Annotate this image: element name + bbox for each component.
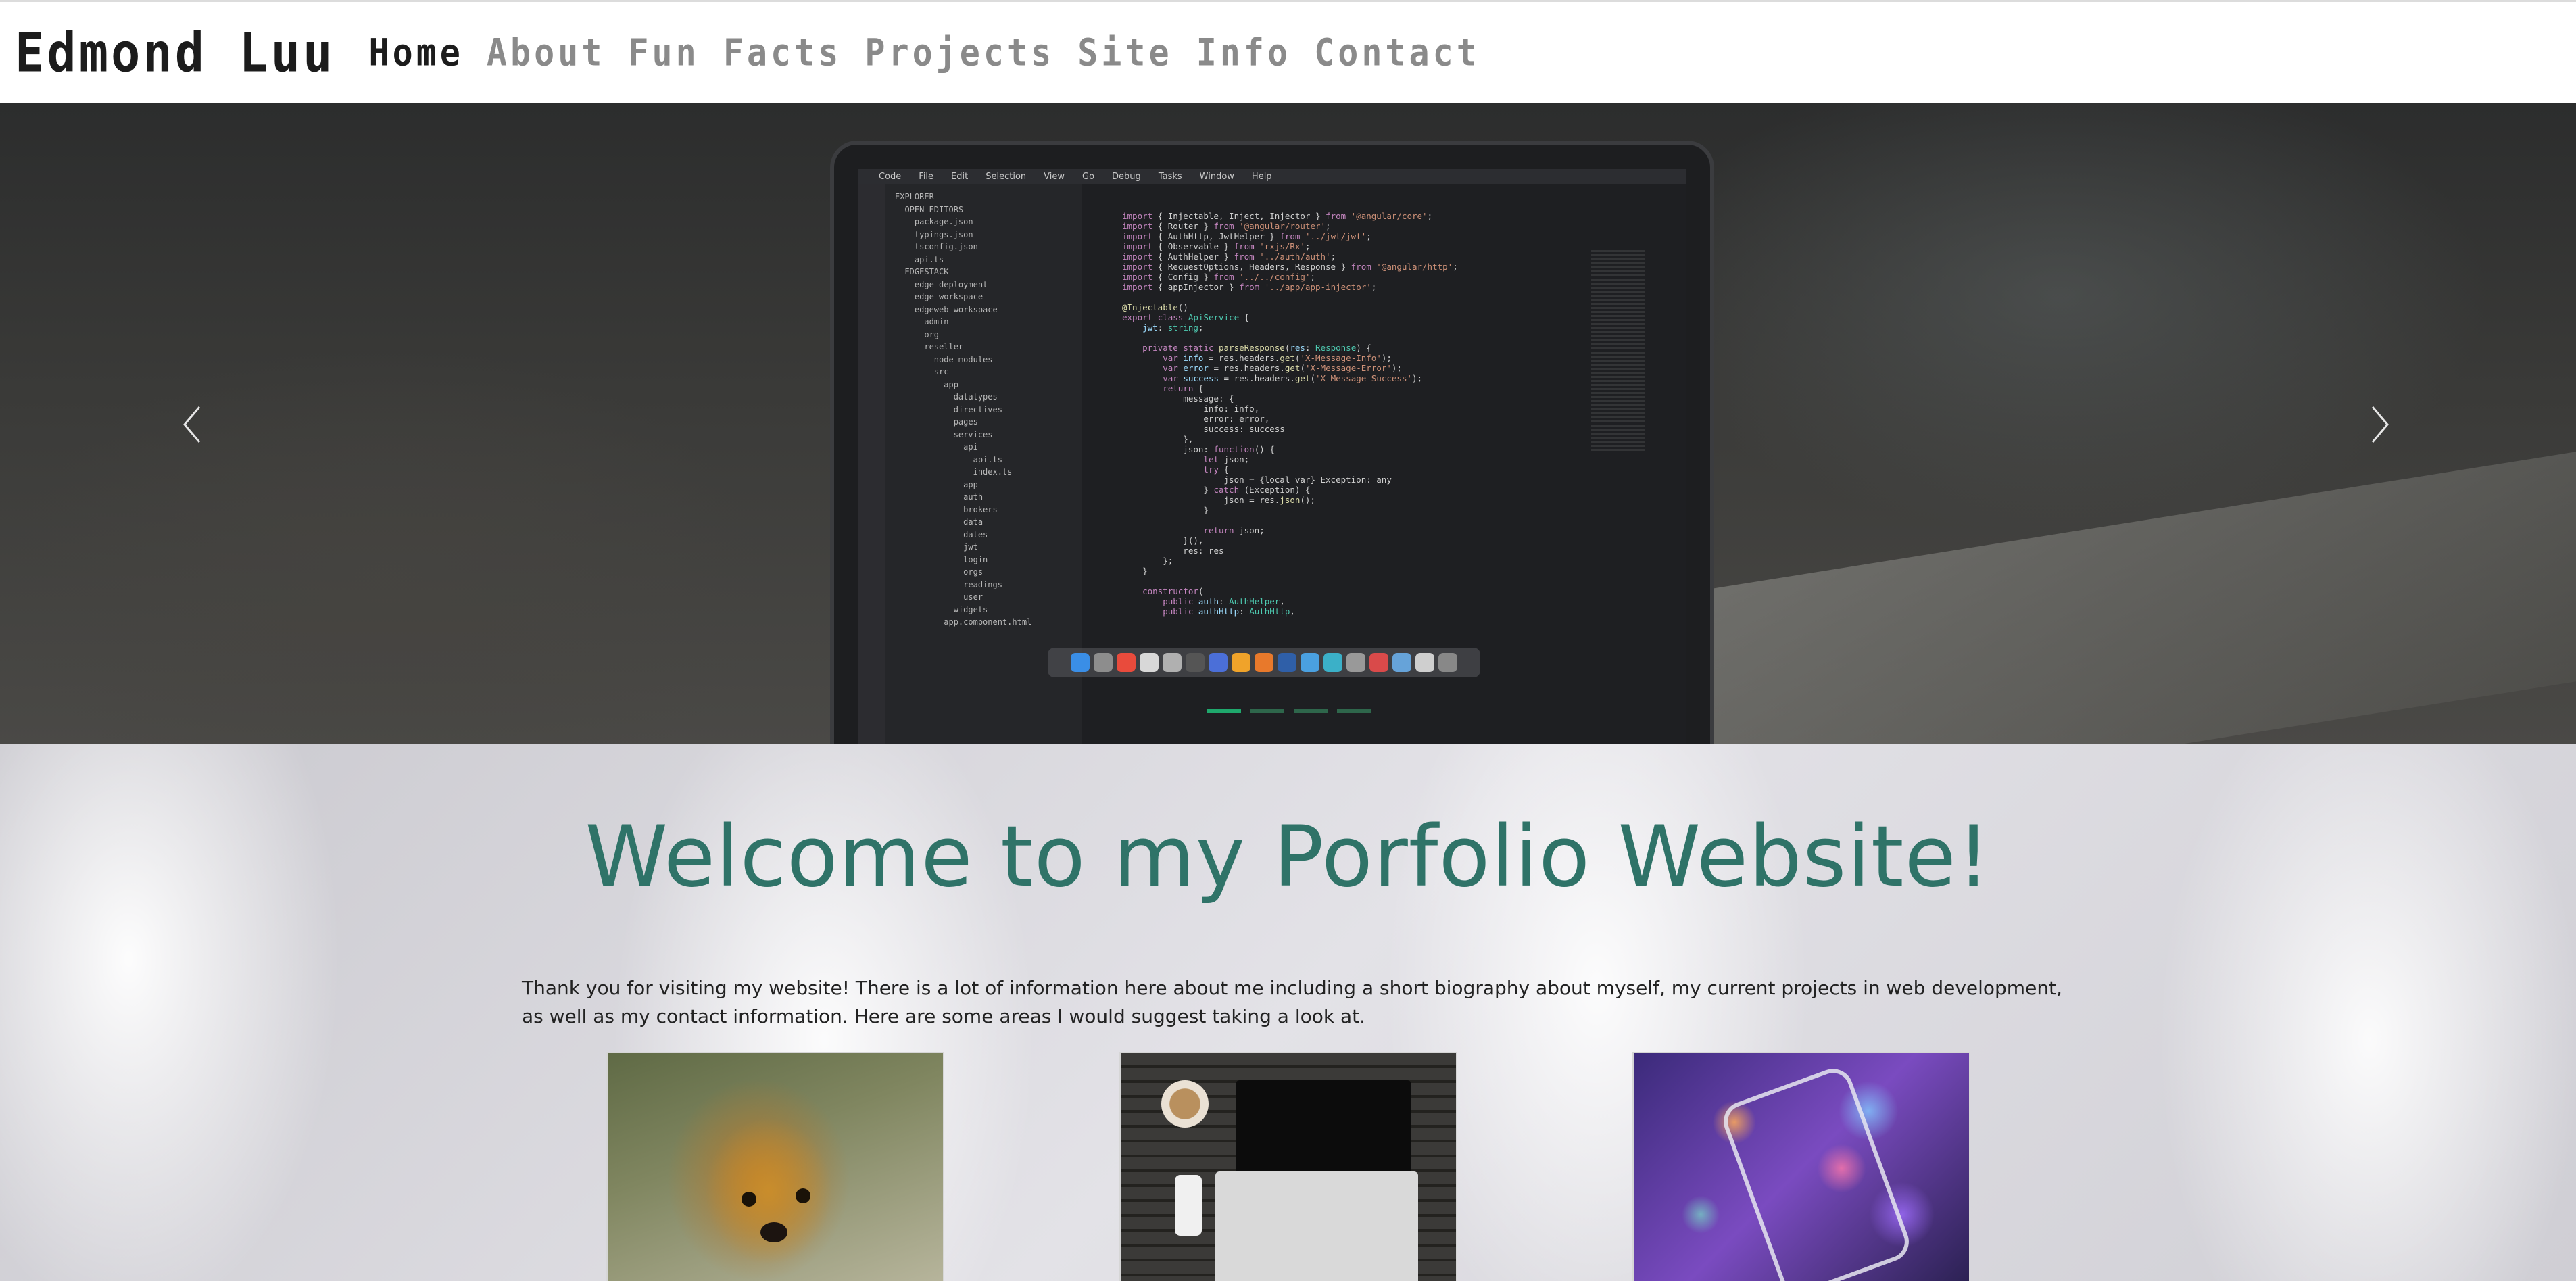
editor-minimap <box>1591 250 1645 453</box>
navbar: Edmond Luu Home About Fun Facts Projects… <box>0 0 2576 103</box>
phone-photo <box>1175 1175 1202 1236</box>
bear-eye-left <box>742 1192 756 1207</box>
coffee-cup <box>1161 1080 1209 1128</box>
editor-activity-bar <box>858 184 885 744</box>
carousel-prev-button[interactable] <box>172 394 213 455</box>
nav-link-about[interactable]: About <box>487 31 606 74</box>
nav-link-projects[interactable]: Projects <box>865 31 1054 74</box>
carousel-indicator-1[interactable] <box>1207 709 1241 713</box>
laptop-menubar: Code File Edit Selection View Go Debug T… <box>858 169 1686 184</box>
welcome-section: Welcome to my Porfolio Website! Thank yo… <box>0 744 2576 1281</box>
carousel-indicators <box>1207 709 1371 713</box>
carousel-background-floor <box>1622 442 2576 744</box>
bear-nose <box>760 1222 787 1242</box>
welcome-intro-text: Thank you for visiting my website! There… <box>522 977 2062 1028</box>
carousel-slide-image-laptop: Code File Edit Selection View Go Debug T… <box>830 141 1714 744</box>
nav-link-site-info[interactable]: Site Info <box>1077 31 1291 74</box>
welcome-heading: Welcome to my Porfolio Website! <box>585 808 1991 906</box>
nav-link-contact[interactable]: Contact <box>1314 31 1480 74</box>
carousel-next-button[interactable] <box>2359 394 2400 455</box>
carousel-indicator-3[interactable] <box>1294 709 1328 713</box>
laptop-screen-photo <box>1236 1080 1411 1182</box>
nav-link-fun-facts[interactable]: Fun Facts <box>628 31 842 74</box>
chevron-left-icon <box>183 406 201 443</box>
carousel-indicator-4[interactable] <box>1337 709 1371 713</box>
laptop-screen: Code File Edit Selection View Go Debug T… <box>858 169 1686 744</box>
hero-carousel: Code File Edit Selection View Go Debug T… <box>0 103 2576 744</box>
macos-dock <box>1048 648 1480 677</box>
laptop-keyboard-photo <box>1215 1171 1418 1281</box>
nav-link-home[interactable]: Home <box>368 31 463 74</box>
bear-eye-right <box>796 1188 810 1203</box>
chevron-right-icon <box>2371 406 2389 443</box>
nav-links: Home About Fun Facts Projects Site Info … <box>368 31 1480 74</box>
suggested-card-smartphone[interactable] <box>1632 1052 1970 1281</box>
brand-logo[interactable]: Edmond Luu <box>15 22 335 84</box>
smartphone-photo <box>1718 1063 1915 1281</box>
suggested-card-laptop[interactable] <box>1119 1052 1457 1281</box>
suggested-card-teddy-bear[interactable] <box>606 1052 944 1281</box>
carousel-indicator-2[interactable] <box>1250 709 1284 713</box>
